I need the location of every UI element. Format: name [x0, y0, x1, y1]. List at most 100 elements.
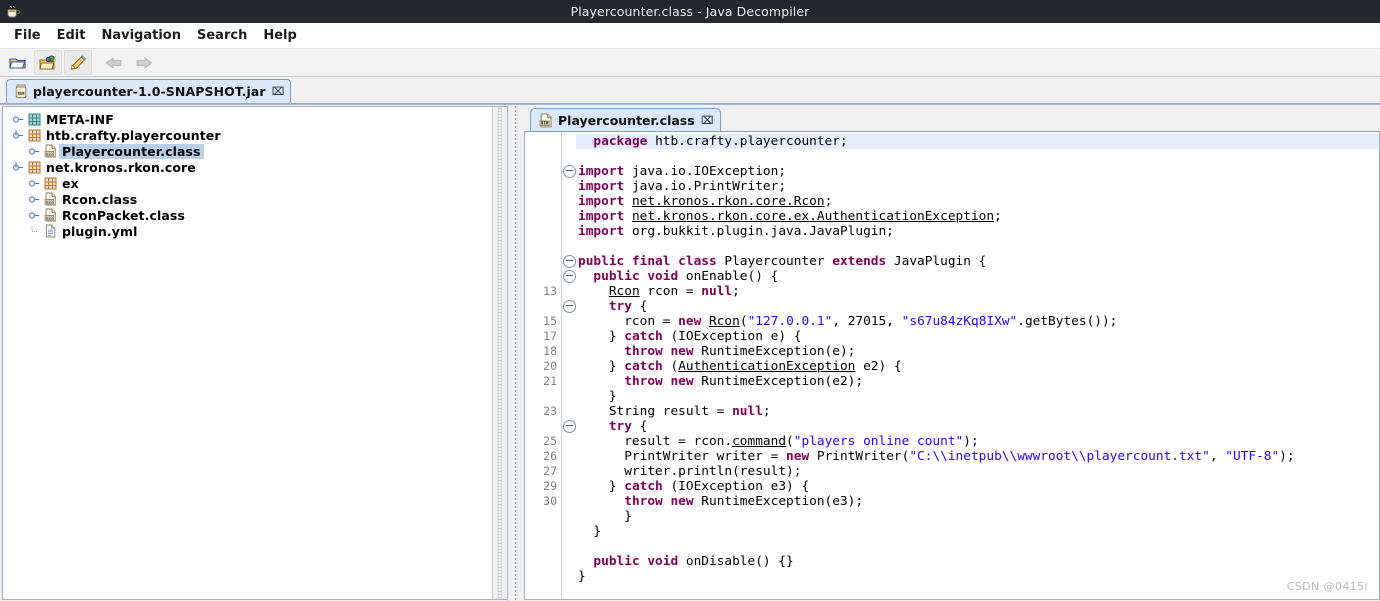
arrow-left-icon — [105, 56, 123, 70]
tree-scrollbar[interactable] — [492, 107, 507, 599]
line-number — [525, 539, 561, 554]
tree-item-playercounter-class[interactable]: 010 Playercounter.class — [11, 143, 507, 159]
line-number — [525, 419, 561, 434]
splitter-grip — [514, 105, 518, 601]
line-number: 29 — [543, 479, 557, 493]
line-number: 26 — [543, 449, 557, 463]
code-line: public final class Playercounter extends… — [578, 254, 987, 269]
window-title: Playercounter.class - Java Decompiler — [570, 4, 810, 19]
forward-button[interactable] — [130, 50, 158, 75]
tree-leaf-connector — [27, 223, 41, 239]
line-number — [525, 389, 561, 404]
fold-slot — [562, 404, 576, 419]
code-line: public void onEnable() { — [593, 269, 779, 284]
close-icon[interactable]: ⌧ — [701, 115, 714, 126]
tree-item-net-kronos-rkon-core[interactable]: net.kronos.rkon.core — [11, 159, 507, 175]
line-number: 13 — [543, 284, 557, 298]
fold-slot — [562, 194, 576, 209]
fold-toggle-icon[interactable] — [562, 254, 576, 269]
line-number — [525, 554, 561, 569]
line-number — [525, 509, 561, 524]
line-number-gutter: 13 15 17 18 20 21 23 25 26 27 29 30 — [525, 132, 562, 599]
collapse-toggle-icon[interactable] — [11, 159, 25, 175]
code-line: } — [578, 569, 586, 584]
tree-item-label: plugin.yml — [62, 223, 138, 239]
jar-tab-playercounter[interactable]: 010 playercounter-1.0-SNAPSHOT.jar ⌧ — [6, 79, 292, 103]
package-icon-orange — [25, 159, 43, 175]
code-editor[interactable]: 13 15 17 18 20 21 23 25 26 27 29 30 package htb.cra… — [524, 132, 1380, 600]
tree-item-plugin-yml[interactable]: plugin.yml — [11, 223, 507, 239]
line-number — [525, 569, 561, 584]
tree-item-meta-inf[interactable]: META-INF — [11, 111, 507, 127]
open-type-button[interactable] — [34, 50, 62, 75]
fold-slot — [562, 494, 576, 509]
close-icon[interactable]: ⌧ — [272, 86, 285, 97]
fold-slot — [562, 389, 576, 404]
tree-item-htb-crafty-playercounter[interactable]: htb.crafty.playercounter — [11, 127, 507, 143]
code-line: writer.println(result); — [578, 464, 802, 479]
code-line: package htb.crafty.playercounter; — [576, 134, 1379, 149]
expand-toggle-icon[interactable] — [27, 143, 41, 159]
fold-marker-column[interactable] — [562, 132, 576, 599]
line-number — [525, 254, 561, 269]
tree-item-rcon-class[interactable]: 010 Rcon.class — [11, 191, 507, 207]
svg-text:010: 010 — [45, 151, 53, 156]
fold-slot — [562, 344, 576, 359]
package-icon-orange — [25, 127, 43, 143]
menu-file[interactable]: File — [6, 26, 49, 45]
fold-slot — [562, 539, 576, 554]
code-line: import net.kronos.rkon.core.Rcon; — [578, 194, 833, 209]
scrollbar-track — [497, 107, 502, 599]
fold-slot — [562, 464, 576, 479]
fold-toggle-icon[interactable] — [562, 419, 576, 434]
line-number — [525, 209, 561, 224]
fold-slot — [562, 374, 576, 389]
package-icon-orange — [41, 175, 59, 191]
line-number — [525, 149, 561, 164]
code-line: PrintWriter writer = new PrintWriter("C:… — [578, 449, 1295, 464]
editor-tab-label: Playercounter.class — [558, 112, 695, 128]
menu-navigation[interactable]: Navigation — [93, 26, 189, 45]
edit-button[interactable] — [64, 50, 92, 75]
menu-help[interactable]: Help — [255, 26, 304, 45]
code-line: rcon = new Rcon("127.0.0.1", 27015, "s67… — [578, 314, 1118, 329]
expand-toggle-icon[interactable] — [27, 207, 41, 223]
expand-toggle-icon[interactable] — [11, 111, 25, 127]
expand-toggle-icon[interactable] — [27, 191, 41, 207]
line-number — [525, 269, 561, 284]
tree-item-label: RconPacket.class — [62, 207, 185, 223]
line-number: 25 — [543, 434, 557, 448]
editor-panel: 010 Playercounter.class ⌧ 13 15 17 18 20 21 23… — [524, 106, 1380, 600]
package-tree-panel: META-INF htb.crafty.playercounter 010 Pl… — [2, 106, 507, 600]
tree-item-label: Playercounter.class — [59, 143, 204, 159]
source-code-text[interactable]: package htb.crafty.playercounter; import… — [576, 132, 1379, 599]
tree-item-label: Rcon.class — [62, 191, 138, 207]
line-number: 20 — [543, 359, 557, 373]
menu-search[interactable]: Search — [189, 26, 255, 45]
tree-item-label: net.kronos.rkon.core — [46, 159, 196, 175]
panel-splitter[interactable] — [507, 105, 524, 601]
code-line: } — [578, 509, 632, 524]
arrow-right-icon — [135, 56, 153, 70]
fold-toggle-icon[interactable] — [562, 164, 576, 179]
tree-item-ex[interactable]: ex — [11, 175, 507, 191]
line-number: 18 — [543, 344, 557, 358]
fold-toggle-icon[interactable] — [562, 299, 576, 314]
code-line: throw new RuntimeException(e); — [624, 344, 856, 359]
expand-toggle-icon[interactable] — [27, 175, 41, 191]
code-line: import java.io.PrintWriter; — [578, 179, 787, 194]
open-file-button[interactable] — [4, 50, 32, 75]
pen-icon — [69, 54, 87, 71]
fold-slot — [562, 554, 576, 569]
fold-toggle-icon[interactable] — [562, 269, 576, 284]
menu-edit[interactable]: Edit — [49, 26, 94, 45]
tree-item-rconpacket-class[interactable]: 010 RconPacket.class — [11, 207, 507, 223]
collapse-toggle-icon[interactable] — [11, 127, 25, 143]
editor-tab-playercounter-class[interactable]: 010 Playercounter.class ⌧ — [530, 108, 722, 131]
main-split: META-INF htb.crafty.playercounter 010 Pl… — [0, 104, 1380, 601]
back-button[interactable] — [100, 50, 128, 75]
fold-slot — [562, 314, 576, 329]
